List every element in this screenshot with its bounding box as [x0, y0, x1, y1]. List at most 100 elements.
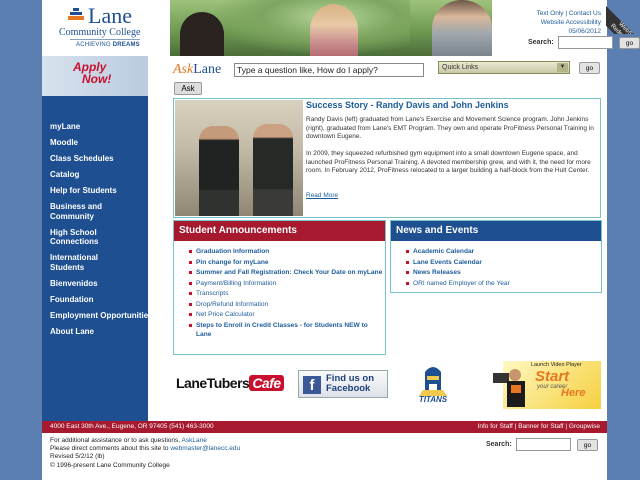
- sidebar-item-help-for-students[interactable]: Help for Students: [50, 186, 150, 196]
- quick-links-select[interactable]: Quick Links ▼: [438, 61, 570, 74]
- quick-links-value: Quick Links: [442, 64, 479, 71]
- photo-man-right: [253, 124, 293, 216]
- footer-email-link[interactable]: webmaster@lanecc.edu: [170, 445, 240, 452]
- footer-search-input[interactable]: [516, 438, 571, 451]
- lanetubers-text: LaneTubers: [176, 375, 250, 391]
- sidebar-item-moodle[interactable]: Moodle: [50, 138, 150, 148]
- list-item[interactable]: Academic Calendar: [406, 247, 601, 256]
- list-item[interactable]: Drop/Refund Information: [189, 300, 385, 309]
- photo-man-left: [199, 126, 239, 216]
- lane-logo[interactable]: Lane Community College ACHIEVING DREAMS: [42, 0, 170, 56]
- list-item[interactable]: Pin change for myLane: [189, 258, 385, 267]
- contact-us-link[interactable]: Contact Us: [569, 10, 601, 17]
- footer-search-label: Search:: [486, 441, 512, 448]
- sidebar-item-catalog[interactable]: Catalog: [50, 170, 150, 180]
- ask-lane-bar: AskLane Ask Quick Links ▼ go: [148, 56, 607, 97]
- main-content: Success Story - Randy Davis and John Jen…: [148, 97, 607, 421]
- footer-bar: 4000 East 30th Ave., Eugene, OR 97405 (5…: [42, 421, 607, 433]
- sidebar: Apply Now! myLane Moodle Class Schedules…: [42, 56, 153, 421]
- lane-logo-mark-icon: [68, 8, 84, 20]
- success-story-paragraph-1: Randy Davis (left) graduated from Lane's…: [306, 116, 594, 141]
- sidebar-item-employment[interactable]: Employment Opportunities: [50, 311, 153, 321]
- header-search-label: Search:: [528, 39, 554, 46]
- apply-now-banner[interactable]: Apply Now!: [42, 56, 148, 96]
- header-date: 05/06/2012: [568, 28, 601, 35]
- photo-person-right: [432, 0, 492, 56]
- success-story-title[interactable]: Success Story - Randy Davis and John Jen…: [306, 100, 509, 110]
- sidebar-item-foundation[interactable]: Foundation: [50, 295, 150, 305]
- camera-operator-icon: [493, 369, 525, 407]
- footer-search-go-button[interactable]: go: [577, 439, 598, 451]
- footer-revised: Revised 5/2/12 (lb): [50, 453, 105, 461]
- footer-staff-links: Info for Staff | Banner for Staff | Grou…: [478, 421, 600, 433]
- header-search: Search: go: [528, 36, 640, 50]
- facebook-link[interactable]: f Find us on Facebook: [298, 370, 388, 398]
- student-announcements-title: Student Announcements: [174, 221, 385, 241]
- success-story-paragraph-2: In 2009, they squeezed refurbished gym e…: [306, 150, 591, 175]
- asklane-question-input[interactable]: [234, 63, 424, 77]
- success-story: Success Story - Randy Davis and John Jen…: [173, 98, 601, 218]
- facebook-icon: f: [303, 376, 321, 394]
- footer-copyright: © 1996-present Lane Community College: [50, 461, 170, 469]
- ask-button[interactable]: Ask: [174, 82, 202, 95]
- redesign-corner-ribbon[interactable]: WebS Redesign: [606, 0, 640, 34]
- footer-assist-text: For additional assistance or to ask ques…: [50, 437, 182, 444]
- footer-comments-text: Please direct comments about this site t…: [50, 445, 171, 453]
- sidebar-item-about-lane[interactable]: About Lane: [50, 327, 150, 337]
- asklane-lane: Lane: [193, 62, 222, 77]
- list-item[interactable]: News Releases: [406, 268, 601, 277]
- header-search-input[interactable]: [558, 36, 613, 49]
- student-announcements: Student Announcements Graduation Informa…: [173, 220, 386, 355]
- announcements-list: Graduation Information Pin change for my…: [174, 241, 385, 339]
- redesign-ribbon-band: WebS Redesign: [606, 6, 640, 34]
- success-story-photo[interactable]: [175, 100, 303, 216]
- header-photo: [170, 0, 492, 56]
- list-item[interactable]: Net Price Calculator: [189, 310, 385, 319]
- logo-tagline: ACHIEVING DREAMS: [76, 42, 140, 48]
- sidebar-item-class-schedules[interactable]: Class Schedules: [50, 154, 150, 164]
- asklane-ask: Ask: [173, 62, 194, 77]
- photo-person-center: [310, 4, 358, 56]
- text-only-link[interactable]: Text Only: [536, 10, 563, 17]
- footer-text: For additional assistance or to ask ques…: [50, 437, 240, 470]
- tagline-plain: ACHIEVING: [76, 42, 113, 48]
- titans-text: TITANS: [418, 395, 448, 404]
- footer-asklane-link[interactable]: AskLane: [182, 437, 207, 444]
- apply-line2: Now!: [82, 72, 112, 86]
- sidebar-item-international[interactable]: International Students: [50, 253, 110, 272]
- quick-links-go-button[interactable]: go: [579, 62, 600, 74]
- logo-name: Lane: [88, 3, 132, 28]
- footer-comments-line: Please direct comments about this site t…: [50, 445, 240, 453]
- header-search-go-button[interactable]: go: [619, 37, 640, 49]
- titans-logo[interactable]: TITANS: [405, 362, 461, 410]
- cafe-text: Cafe: [249, 375, 284, 391]
- groupwise-link[interactable]: Groupwise: [569, 423, 600, 430]
- video-start-text: Start: [535, 368, 570, 385]
- list-item[interactable]: Payment/Billing Information: [189, 279, 385, 288]
- video-player-link[interactable]: Launch Video Player Start your career He…: [491, 361, 601, 409]
- photo-person-left: [180, 12, 224, 56]
- utility-area: Text Only | Contact Us Website Accessibi…: [492, 0, 640, 56]
- list-item[interactable]: Steps to Enroll in Credit Classes - for …: [189, 321, 385, 339]
- info-for-staff-link[interactable]: Info for Staff: [478, 423, 513, 430]
- accessibility-link[interactable]: Website Accessibility: [492, 18, 601, 27]
- facebook-line2: Facebook: [326, 383, 371, 394]
- read-more-link[interactable]: Read More: [306, 192, 338, 199]
- lanetubers-cafe-link[interactable]: LaneTubers Cafe: [176, 375, 284, 391]
- sidebar-nav: myLane Moodle Class Schedules Catalog He…: [50, 122, 153, 343]
- list-item[interactable]: Graduation Information: [189, 247, 385, 256]
- titans-helmet-icon: [419, 367, 447, 396]
- sidebar-item-business-community[interactable]: Business and Community: [50, 202, 110, 221]
- banner-for-staff-link[interactable]: Banner for Staff: [518, 423, 563, 430]
- asklane-logo: AskLane: [173, 62, 221, 78]
- list-item[interactable]: Summer and Fall Registration: Check Your…: [189, 268, 385, 277]
- list-item[interactable]: ORI named Employer of the Year: [406, 279, 601, 288]
- list-item[interactable]: Lane Events Calendar: [406, 258, 601, 267]
- sidebar-item-bienvenidos[interactable]: Bienvenidos: [50, 279, 150, 289]
- sidebar-item-high-school[interactable]: High School Connections: [50, 228, 110, 247]
- list-item[interactable]: Transcripts: [189, 289, 385, 298]
- facebook-text: Find us on Facebook: [326, 374, 374, 394]
- logo-subtitle: Community College: [59, 27, 141, 38]
- footer-assist-line: For additional assistance or to ask ques…: [50, 437, 240, 445]
- sidebar-item-mylane[interactable]: myLane: [50, 122, 150, 132]
